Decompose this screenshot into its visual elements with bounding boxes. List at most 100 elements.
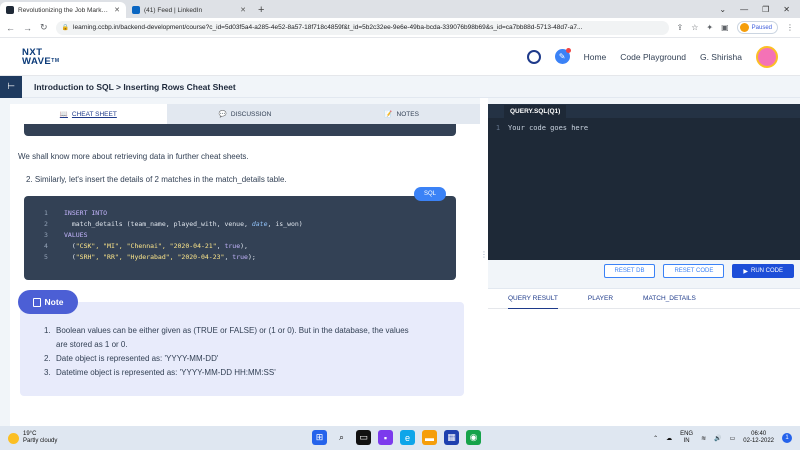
wifi-icon[interactable]: ≋ (701, 435, 706, 442)
partly-cloudy-icon (8, 432, 19, 444)
cloud-icon[interactable]: ☁ (666, 435, 672, 442)
reload-icon[interactable]: ↻ (40, 22, 48, 33)
run-code-button[interactable]: ▶ RUN CODE (732, 264, 794, 278)
close-window-icon[interactable]: ✕ (783, 5, 790, 14)
sidepanel-icon[interactable]: ▣ (721, 23, 729, 32)
line-number: 4 (44, 242, 48, 250)
edge-icon[interactable]: e (400, 430, 415, 445)
close-tab-icon[interactable]: ✕ (114, 6, 120, 14)
chat-icon[interactable]: ✎ (554, 48, 571, 64)
profile-button[interactable]: Paused (736, 21, 778, 34)
chevron-up-icon[interactable]: ⌃ (653, 435, 658, 442)
item-text: Datetime object is represented as: 'YYYY… (56, 368, 276, 377)
panel-resize-handle-icon[interactable]: ⋮ (480, 250, 488, 270)
item-number: 2. (44, 354, 51, 363)
item-number (44, 338, 52, 352)
logo-suffix: TM (51, 57, 60, 64)
line-number: 5 (44, 253, 48, 261)
close-tab-icon[interactable]: ✕ (240, 6, 246, 14)
menu-dots-icon[interactable]: ⋮ (786, 23, 794, 32)
code-text: , (224, 253, 233, 261)
item-number: 3. (44, 368, 51, 377)
timer-icon[interactable] (526, 49, 541, 64)
reset-db-button[interactable]: RESET DB (603, 264, 656, 278)
item-text: are stored as 1 or 0. (56, 340, 128, 349)
battery-icon[interactable]: ▭ (730, 435, 736, 442)
code-text: match_details (team_name, played_with, v… (64, 220, 252, 228)
tab-notes[interactable]: 📝 NOTES (323, 104, 481, 124)
chevron-down-icon[interactable]: ⌄ (719, 5, 726, 14)
notification-badge[interactable]: 1 (782, 433, 792, 443)
new-tab-button[interactable]: + (252, 2, 270, 18)
chat-app-icon[interactable]: ▪ (378, 430, 393, 445)
url-field[interactable]: 🔒 learning.ccbp.in/backend-development/c… (55, 20, 669, 35)
minimize-icon[interactable]: — (740, 5, 748, 14)
chrome-icon[interactable]: ◉ (466, 430, 481, 445)
windows-taskbar: 19°C Partly cloudy ⊞ ⌕ ▭ ▪ e ▬ ▦ ◉ ⌃ ☁ E… (0, 426, 800, 450)
clock[interactable]: 06:40 02-12-2022 (743, 431, 774, 445)
tab-title: (41) Feed | LinkedIn (144, 6, 203, 14)
task-view-icon[interactable]: ▭ (356, 430, 371, 445)
editor-placeholder[interactable]: Your code goes here (508, 124, 588, 132)
browser-tabstrip: Revolutionizing the Job Market | ✕ (41) … (0, 0, 800, 18)
code-line: 5 ("SRH", "RR", "Hyderabad", "2020-04-23… (44, 253, 456, 264)
previous-code-block (24, 124, 456, 136)
editor-tab-bar: QUERY.SQL(Q1) (488, 104, 800, 118)
tab-cheat-sheet[interactable]: 📖 CHEAT SHEET (10, 104, 167, 124)
editor-line-number: 1 (495, 124, 501, 132)
reset-code-button[interactable]: RESET CODE (663, 264, 725, 278)
tab-favicon-icon (6, 6, 14, 14)
code-editor[interactable]: QUERY.SQL(Q1) 1 Your code goes here (488, 104, 800, 260)
tab-discussion[interactable]: 💬 DISCUSSION (166, 104, 324, 124)
user-avatar[interactable] (756, 45, 778, 68)
sidebar-toggle-icon[interactable]: ⊢ (0, 75, 22, 98)
extensions-icon[interactable]: ✦ (706, 23, 713, 32)
notes-icon: 📝 (384, 111, 393, 118)
editor-file-tab[interactable]: QUERY.SQL(Q1) (504, 104, 567, 118)
url-text: learning.ccbp.in/backend-development/cou… (73, 24, 583, 31)
lock-icon: 🔒 (61, 25, 70, 31)
results-panel: QUERY RESULT PLAYER MATCH_DETAILS (488, 288, 800, 426)
code-keyword: INSERT INTO (64, 209, 108, 217)
file-explorer-icon[interactable]: ▬ (422, 430, 437, 445)
code-string: "CSK", "MI", "Chennai", "2020-04-21" (75, 242, 217, 250)
header-nav: ✎ Home Code Playground G. Shirisha (526, 45, 778, 68)
sql-badge: SQL (414, 187, 446, 201)
tab-player[interactable]: PLAYER (588, 289, 613, 309)
linkedin-favicon-icon (132, 6, 140, 14)
weather-widget[interactable]: 19°C Partly cloudy (8, 431, 57, 445)
cheat-sheet-content[interactable]: We shall know more about retrieving data… (10, 124, 480, 426)
note-icon (32, 297, 41, 307)
run-code-label: RUN CODE (750, 268, 783, 274)
code-text: ), (240, 242, 248, 250)
share-icon[interactable]: ⇪ (677, 23, 684, 32)
result-tabs: QUERY RESULT PLAYER MATCH_DETAILS (488, 289, 800, 309)
forward-arrow-icon[interactable]: → (23, 23, 32, 33)
volume-icon[interactable]: 🔊 (714, 435, 721, 442)
editor-line: 1 Your code goes here (488, 124, 588, 132)
line-number: 1 (44, 209, 48, 217)
paragraph-text: We shall know more about retrieving data… (18, 152, 249, 161)
code-keyword: VALUES (64, 231, 88, 239)
browser-tab-job-market[interactable]: Revolutionizing the Job Market | ✕ (0, 2, 126, 18)
nxtwave-logo[interactable]: NXT WAVETM (22, 47, 60, 66)
windows-start-icon[interactable]: ⊞ (312, 430, 327, 445)
bookmark-star-icon[interactable]: ☆ (691, 23, 698, 32)
code-text: ); (247, 253, 256, 261)
tab-match-details[interactable]: MATCH_DETAILS (643, 289, 696, 309)
tab-label: NOTES (396, 110, 419, 118)
user-name[interactable]: G. Shirisha (700, 52, 742, 62)
browser-tab-linkedin[interactable]: (41) Feed | LinkedIn ✕ (126, 2, 252, 18)
nav-code-playground[interactable]: Code Playground (620, 52, 686, 62)
store-icon[interactable]: ▦ (444, 430, 459, 445)
address-bar-row: ← → ↻ 🔒 learning.ccbp.in/backend-develop… (0, 18, 800, 38)
back-arrow-icon[interactable]: ← (6, 23, 15, 33)
tab-query-result[interactable]: QUERY RESULT (508, 289, 558, 309)
maximize-icon[interactable]: ❐ (762, 5, 769, 14)
line-number: 3 (44, 231, 48, 239)
language-indicator[interactable]: ENG IN (680, 431, 693, 445)
system-tray: ⌃ ☁ ENG IN ≋ 🔊 ▭ 06:40 02-12-2022 1 (653, 431, 792, 445)
search-icon[interactable]: ⌕ (334, 430, 349, 445)
nav-home[interactable]: Home (584, 52, 607, 62)
line-number: 2 (44, 220, 48, 228)
